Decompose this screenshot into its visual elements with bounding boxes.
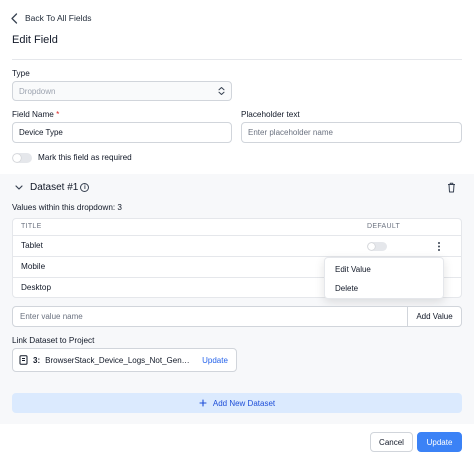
cancel-button[interactable]: Cancel	[370, 432, 413, 452]
dataset-header: Dataset #1 i	[30, 182, 90, 193]
field-name-label-text: Field Name	[12, 110, 54, 119]
placeholder-text-label: Placeholder text	[241, 110, 300, 119]
required-toggle[interactable]	[12, 153, 32, 163]
required-toggle-label: Mark this field as required	[38, 153, 132, 162]
type-select-value: Dropdown	[19, 86, 56, 96]
chevron-down-icon[interactable]	[14, 183, 24, 192]
document-icon	[19, 355, 28, 365]
column-default: DEFAULT	[367, 223, 401, 230]
add-new-dataset-label: Add New Dataset	[212, 398, 276, 408]
linked-project-update-link[interactable]: Update	[202, 356, 228, 365]
row-title: Mobile	[21, 262, 46, 271]
add-new-dataset-button[interactable]: Add New Dataset	[12, 393, 462, 413]
placeholder-text-input-placeholder: Enter placeholder name	[248, 128, 333, 137]
type-select[interactable]: Dropdown	[12, 81, 232, 101]
default-toggle[interactable]	[367, 242, 387, 251]
linked-project-id: 3:	[33, 355, 41, 365]
page-title: Edit Field	[12, 34, 58, 46]
header-divider	[12, 59, 462, 60]
column-title: TITLE	[21, 223, 42, 230]
linked-project-card: 3: BrowserStack_Device_Logs_Not_Generate…	[12, 348, 237, 372]
type-label: Type	[12, 69, 30, 78]
placeholder-text-input[interactable]: Enter placeholder name	[241, 122, 462, 143]
kebab-menu-icon[interactable]	[436, 241, 442, 252]
back-link-label: Back To All Fields	[25, 13, 92, 23]
plus-icon	[199, 399, 207, 407]
back-to-all-fields-link[interactable]: Back To All Fields	[10, 10, 91, 26]
row-title: Tablet	[21, 241, 43, 250]
link-dataset-label: Link Dataset to Project	[12, 336, 95, 345]
add-value-button[interactable]: Add Value	[407, 306, 462, 327]
values-count-text: Values within this dropdown: 3	[12, 203, 122, 212]
table-row: Tablet	[13, 236, 461, 257]
field-name-label: Field Name *	[12, 110, 59, 119]
row-title: Desktop	[21, 283, 52, 292]
dataset-title: Dataset #1	[30, 182, 79, 193]
linked-project-name: BrowserStack_Device_Logs_Not_Generated	[45, 355, 194, 365]
edit-value-menu-item[interactable]: Edit Value	[335, 265, 371, 274]
info-icon[interactable]: i	[80, 183, 90, 192]
select-arrows-icon	[218, 87, 225, 95]
trash-icon[interactable]	[447, 182, 456, 193]
field-name-input[interactable]: Device Type	[12, 122, 232, 143]
delete-menu-item[interactable]: Delete	[335, 284, 358, 293]
table-header: TITLE DEFAULT	[13, 219, 461, 236]
required-asterisk: *	[56, 110, 60, 119]
chevron-left-icon	[11, 12, 18, 24]
value-name-input[interactable]: Enter value name	[12, 306, 408, 327]
field-name-input-value: Device Type	[19, 128, 63, 137]
value-name-placeholder: Enter value name	[20, 312, 83, 321]
row-context-menu: Edit Value Delete	[324, 257, 444, 299]
update-button[interactable]: Update	[417, 432, 462, 452]
